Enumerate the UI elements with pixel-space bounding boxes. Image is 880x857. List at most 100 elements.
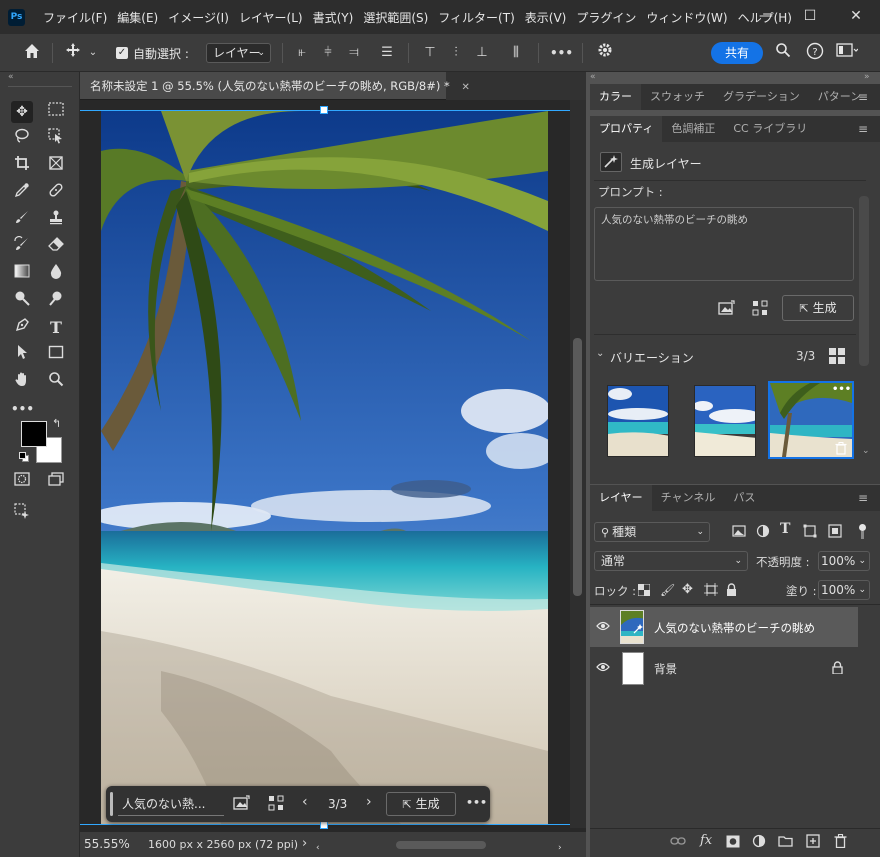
lock-all-icon[interactable] [726,583,737,599]
type-tool-icon[interactable]: T [45,317,67,339]
trash-icon[interactable] [834,833,847,851]
dodge-tool-icon[interactable] [11,290,33,312]
next-variation-icon[interactable]: › [366,794,372,810]
visibility-eye-icon[interactable] [596,661,610,675]
fx-icon[interactable]: fx [700,833,712,848]
gear-icon[interactable] [594,42,616,64]
panel-menu-icon[interactable]: ≡ [858,491,868,505]
stamp-tool-icon[interactable] [45,209,67,231]
blur-tool-icon[interactable] [45,263,67,285]
blend-mode-dropdown[interactable]: 通常 ⌄ [594,551,748,571]
share-button[interactable]: 共有 [711,42,763,64]
layer-row-generative[interactable]: 人気のない熱帯のビーチの眺め [590,607,858,647]
workspace-icon[interactable] [834,42,860,64]
status-menu-icon[interactable]: › [302,836,307,851]
align-center-h-icon[interactable]: ⫩ [318,42,338,64]
help-icon[interactable]: ? [804,42,826,64]
mask-icon[interactable] [726,835,740,851]
lock-pixels-icon[interactable]: 🖌 [660,583,675,597]
trash-icon[interactable] [835,442,847,458]
tab-adjustments[interactable]: 色調補正 [662,116,724,142]
tab-cc-libraries[interactable]: CC ライブラリ [724,116,816,142]
lock-transparent-icon[interactable] [637,583,651,599]
link-icon[interactable] [670,835,686,850]
lasso-tool-icon[interactable] [11,128,33,150]
home-icon[interactable] [20,42,44,64]
screen-mode-icon[interactable] [45,471,67,493]
align-middle-v-icon[interactable]: ⫶ [446,42,466,64]
pen-tool-icon[interactable] [11,317,33,339]
swap-colors-icon[interactable]: ↰ [52,417,61,430]
marquee-tool-icon[interactable] [45,101,67,123]
filter-toggle[interactable] [852,522,872,540]
lock-position-icon[interactable]: ✥ [682,582,693,597]
distribute-vertical-icon[interactable]: ☰ [376,42,398,64]
visibility-eye-icon[interactable] [596,620,610,634]
variation-thumbnail-2[interactable] [694,385,756,457]
menu-plugins[interactable]: プラグイン [571,9,641,26]
lock-artboard-icon[interactable] [704,583,718,599]
eraser-tool-icon[interactable] [45,236,67,258]
variation-more-icon[interactable]: ••• [832,384,851,395]
panel-menu-icon[interactable]: ≡ [858,122,868,136]
vertical-scrollbar-thumb[interactable] [573,338,582,596]
zoom-level[interactable]: 55.55% [84,837,130,851]
brush-tool-icon[interactable] [11,209,33,231]
healing-brush-tool-icon[interactable] [45,182,67,204]
layer-row-background[interactable]: 背景 [590,648,858,688]
taskbar-prompt-input[interactable]: 人気のない熱... [118,792,224,816]
drag-handle[interactable] [110,792,113,816]
taskbar-more-icon[interactable]: ••• [466,796,487,809]
menu-type[interactable]: 書式(Y) [308,9,359,26]
align-top-icon[interactable]: ⊤ [420,42,440,64]
move-tool-icon[interactable] [62,42,84,64]
gradient-tool-icon[interactable] [11,263,33,285]
menu-file[interactable]: ファイル(F) [38,9,112,26]
document-tab[interactable]: 名称未設定 1 @ 55.5% (人気のない熱帯のビーチの眺め, RGB/8#)… [80,72,470,100]
move-tool-icon[interactable]: ✥ [11,101,33,123]
more-options-icon[interactable]: ••• [550,42,573,64]
opacity-field[interactable]: 100% ⌄ [818,551,870,571]
align-bottom-icon[interactable]: ⊥ [472,42,492,64]
align-left-icon[interactable]: ⫦ [292,42,312,64]
minimize-button[interactable]: — [744,0,788,34]
generative-fill-icon[interactable] [11,503,33,525]
tab-color[interactable]: カラー [590,84,641,110]
frame-tool-icon[interactable] [45,155,67,177]
new-layer-icon[interactable] [806,834,820,851]
rectangle-tool-icon[interactable] [45,344,67,366]
zoom-tool-icon[interactable] [45,371,67,393]
history-brush-tool-icon[interactable] [11,236,33,258]
crop-tool-icon[interactable] [11,155,33,177]
transform-handle-bottom[interactable] [320,821,328,829]
align-right-icon[interactable]: ⫤ [344,42,364,64]
auto-select-checkbox[interactable]: ✓ [116,47,128,59]
maximize-button[interactable]: ☐ [788,0,832,34]
variation-thumbnail-1[interactable] [607,385,669,457]
path-selection-tool-icon[interactable] [11,344,33,366]
properties-scrollbar[interactable] [859,196,869,366]
filter-adjustment-icon[interactable] [756,524,770,541]
chevron-down-icon[interactable]: ⌄ [86,42,100,64]
filter-pixel-icon[interactable] [732,524,746,541]
horizontal-scrollbar-thumb[interactable] [396,841,486,849]
close-tab-icon[interactable]: ✕ [461,82,469,93]
reference-image-icon[interactable] [718,300,736,319]
previous-variation-icon[interactable]: ‹ [302,794,308,810]
panel-menu-icon[interactable]: ≡ [858,90,868,104]
grid-view-icon[interactable] [828,347,846,368]
variations-grid-icon[interactable] [268,795,284,814]
filter-shape-icon[interactable] [803,524,817,541]
fill-field[interactable]: 100% ⌄ [818,580,870,600]
zoom-like-dodge-icon[interactable] [45,290,67,312]
tab-paths[interactable]: パス [724,485,764,511]
collapse-left-icon[interactable]: « [590,72,596,82]
taskbar-generate-button[interactable]: ⇱ 生成 [386,792,456,816]
tab-channels[interactable]: チャンネル [652,485,725,511]
menu-view[interactable]: 表示(V) [520,9,572,26]
group-icon[interactable] [778,835,793,850]
chevron-down-icon[interactable]: ⌄ [596,348,604,359]
object-selection-tool-icon[interactable] [45,128,67,150]
filter-type-icon[interactable]: T [780,521,790,537]
tab-swatches[interactable]: スウォッチ [641,84,714,110]
